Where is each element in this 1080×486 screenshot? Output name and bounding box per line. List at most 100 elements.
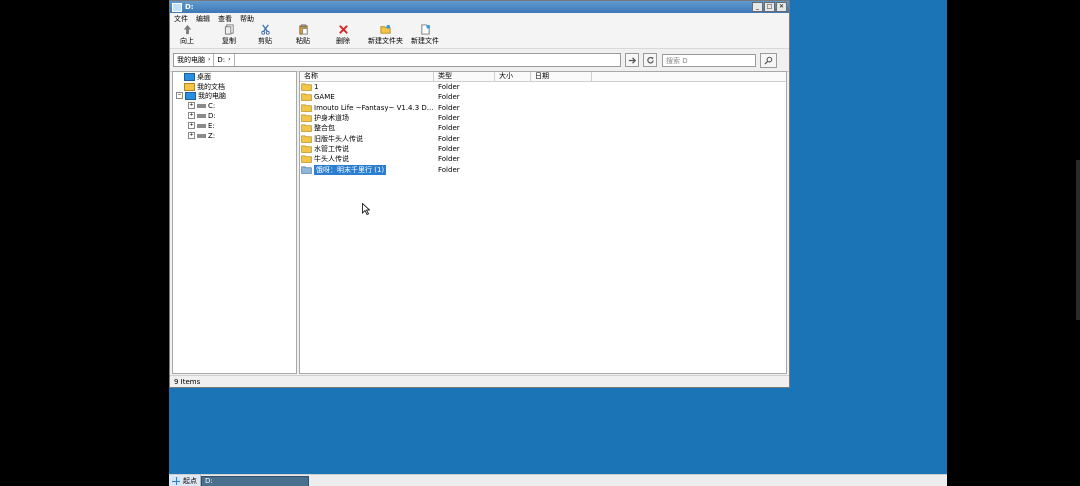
file-list: 名称 类型 大小 日期 1 Folder GAME Folder Imouto Life… <box>299 71 787 374</box>
list-item[interactable]: 水管工传说 Folder <box>300 144 786 154</box>
delete-button[interactable]: 删除 <box>336 24 350 48</box>
list-item[interactable]: 整合包 Folder <box>300 123 786 133</box>
folder-icon <box>301 93 312 102</box>
tree-item-drive-e[interactable]: + E: <box>188 121 215 130</box>
menu-view[interactable]: 查看 <box>218 14 232 24</box>
new-folder-button[interactable]: 新建文件夹 <box>368 24 403 48</box>
search-input[interactable]: 搜索 D <box>662 53 756 67</box>
title-bar[interactable]: D: _ □ ✕ <box>170 1 789 13</box>
column-date[interactable]: 日期 <box>531 72 592 81</box>
breadcrumb-computer[interactable]: 我的电脑 › <box>174 54 215 66</box>
expand-icon[interactable]: + <box>188 132 195 139</box>
search-button[interactable] <box>760 52 777 68</box>
list-item[interactable]: 牛头人传说 Folder <box>300 154 786 164</box>
list-item[interactable]: GAME Folder <box>300 92 786 102</box>
expand-icon[interactable]: + <box>188 112 195 119</box>
mouse-cursor-icon <box>362 203 370 215</box>
search-icon <box>764 56 773 65</box>
folder-icon <box>301 145 312 153</box>
list-item-name: 旧版牛头人传说 <box>314 134 363 143</box>
chevron-right-icon: › <box>228 56 231 63</box>
menu-bar: 文件 编辑 查看 帮助 <box>170 13 789 24</box>
list-item-name: 1 <box>314 83 319 92</box>
minimize-button[interactable]: _ <box>752 2 763 12</box>
start-button[interactable]: 起点 <box>169 475 201 486</box>
start-logo-icon <box>172 477 180 485</box>
list-item-type: Folder <box>438 83 460 92</box>
list-item-type: Folder <box>438 165 460 174</box>
paste-button[interactable]: 粘贴 <box>296 24 310 48</box>
list-item-name: 饿呀：明末千里行 (1) <box>314 164 387 175</box>
expand-icon[interactable]: + <box>188 102 195 109</box>
arrow-right-icon <box>628 56 636 64</box>
up-button[interactable]: 向上 <box>180 24 194 48</box>
folder-icon <box>301 135 312 143</box>
copy-button[interactable]: 复制 <box>222 24 236 48</box>
status-bar: 9 Items <box>170 375 789 387</box>
copy-icon <box>224 24 234 35</box>
drive-icon <box>197 103 206 108</box>
column-type[interactable]: 类型 <box>434 72 495 81</box>
collapse-icon[interactable]: − <box>176 92 183 99</box>
cut-button[interactable]: 剪贴 <box>258 24 272 48</box>
folder-icon <box>301 104 312 112</box>
file-explorer-window: D: _ □ ✕ 文件 编辑 查看 帮助 向上 复制 剪贴 粘贴 删除 新建文件… <box>169 0 790 388</box>
refresh-icon <box>646 56 654 64</box>
breadcrumb-drive-d[interactable]: D: › <box>214 54 235 66</box>
list-item-name: 护身术道场 <box>314 114 349 123</box>
maximize-button[interactable]: □ <box>764 2 775 12</box>
up-arrow-icon <box>183 24 191 35</box>
menu-edit[interactable]: 编辑 <box>196 14 210 24</box>
list-body: 1 Folder GAME Folder Imouto Life ~Fantasy~ V… <box>300 82 786 175</box>
folder-icon <box>301 166 312 174</box>
cut-icon <box>260 24 270 35</box>
list-item[interactable]: 1 Folder <box>300 82 786 92</box>
list-item-type: Folder <box>438 155 460 164</box>
list-item-type: Folder <box>438 93 460 102</box>
drive-icon <box>197 133 206 138</box>
content-area: 桌面 我的文档 − 我的电脑 + C: + D: + E: + Z: 名称 类型… <box>172 71 787 374</box>
tree-item-computer[interactable]: − 我的电脑 <box>176 91 226 100</box>
list-item-name: Imouto Life ~Fantasy~ V1.4.3 D... <box>314 103 434 112</box>
list-item-name: 水管工传说 <box>314 144 349 153</box>
tree-item-drive-c[interactable]: + C: <box>188 101 215 110</box>
list-item-type: Folder <box>438 124 460 133</box>
refresh-button[interactable] <box>643 53 657 67</box>
list-item[interactable]: 护身术道场 Folder <box>300 113 786 123</box>
list-item-name: 牛头人传说 <box>314 155 349 164</box>
column-size[interactable]: 大小 <box>495 72 531 81</box>
window-title: D: <box>185 3 194 11</box>
drive-icon <box>197 123 206 128</box>
folder-tree: 桌面 我的文档 − 我的电脑 + C: + D: + E: + Z: <box>172 71 297 374</box>
menu-file[interactable]: 文件 <box>174 14 188 24</box>
drive-icon <box>197 113 206 118</box>
list-header: 名称 类型 大小 日期 <box>300 72 786 82</box>
taskbar-item-explorer[interactable]: D: <box>201 475 309 486</box>
list-item[interactable]: 旧版牛头人传说 Folder <box>300 133 786 143</box>
delete-icon <box>338 25 348 34</box>
toolbar: 向上 复制 剪贴 粘贴 删除 新建文件夹 新建文件 <box>170 24 789 49</box>
screen-edge <box>1076 160 1080 320</box>
menu-help[interactable]: 帮助 <box>240 14 254 24</box>
tree-item-desktop[interactable]: 桌面 <box>184 72 211 81</box>
folder-icon <box>301 83 312 92</box>
tree-item-drive-d[interactable]: + D: <box>188 111 216 120</box>
new-file-button[interactable]: 新建文件 <box>411 24 439 48</box>
list-item-name: GAME <box>314 93 335 102</box>
list-item[interactable]: Imouto Life ~Fantasy~ V1.4.3 D... Folder <box>300 103 786 113</box>
list-item[interactable]: 饿呀：明末千里行 (1) Folder <box>300 164 786 175</box>
folder-window-icon <box>172 2 182 12</box>
list-item-type: Folder <box>438 103 460 112</box>
chevron-right-icon: › <box>208 56 211 63</box>
folder-icon <box>301 124 312 133</box>
desktop: D: _ □ ✕ 文件 编辑 查看 帮助 向上 复制 剪贴 粘贴 删除 新建文件… <box>169 0 947 486</box>
tree-item-drive-z[interactable]: + Z: <box>188 131 215 140</box>
expand-icon[interactable]: + <box>188 122 195 129</box>
go-button[interactable] <box>625 53 639 67</box>
paste-icon <box>298 24 308 35</box>
breadcrumb: 我的电脑 › D: › <box>173 53 621 67</box>
close-button[interactable]: ✕ <box>776 2 787 12</box>
list-item-type: Folder <box>438 134 460 143</box>
new-file-icon <box>420 24 430 35</box>
column-name[interactable]: 名称 <box>300 72 434 81</box>
